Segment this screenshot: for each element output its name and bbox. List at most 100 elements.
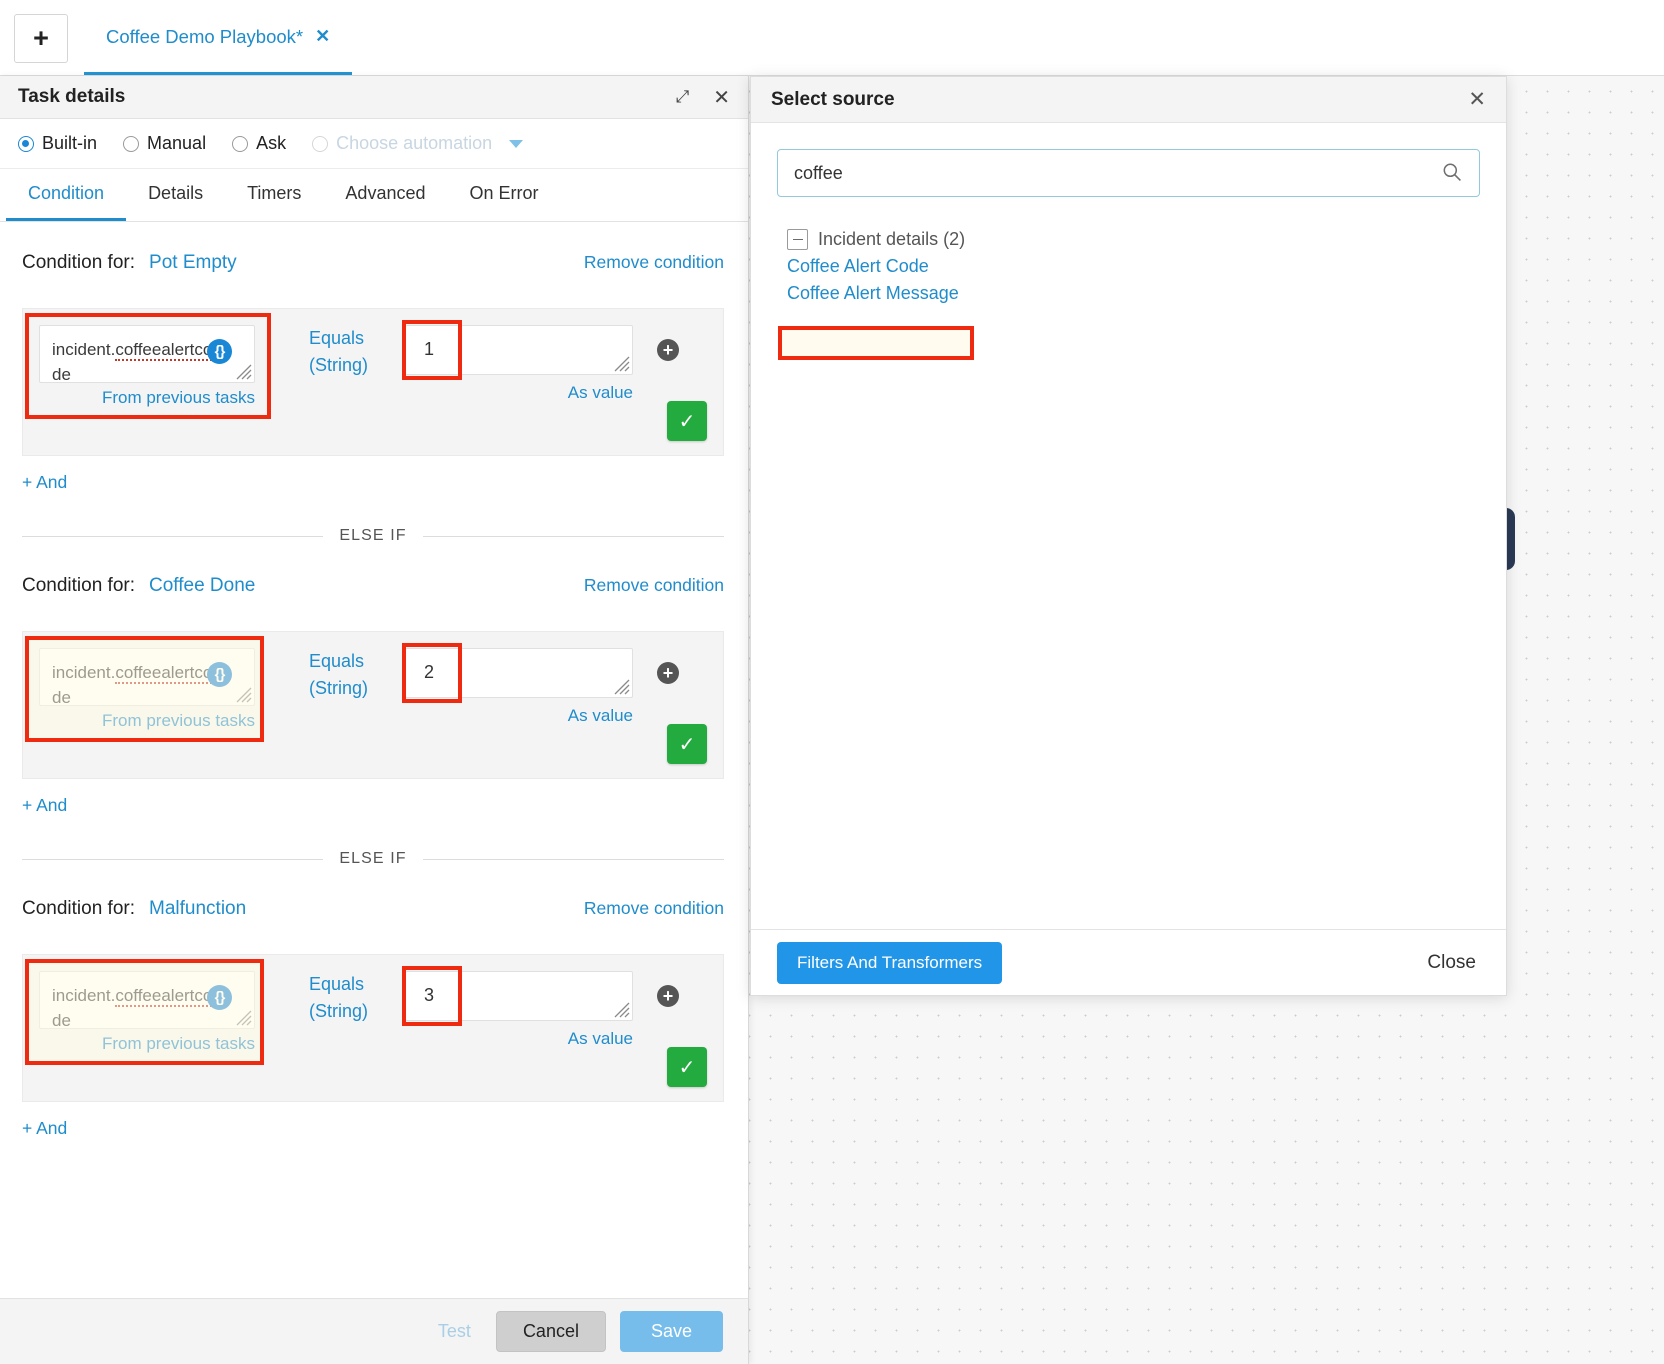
- select-source-dialog: Select source ✕ Incident details (2) Cof…: [750, 76, 1507, 996]
- apply-condition-button[interactable]: ✓: [667, 724, 707, 764]
- plus-icon: +: [33, 23, 49, 53]
- radio-label: Manual: [147, 133, 207, 153]
- expand-icon[interactable]: ⤢: [676, 87, 690, 107]
- brace-icon[interactable]: {}: [207, 985, 232, 1010]
- brace-icon[interactable]: {}: [207, 339, 232, 364]
- tab-label: On Error: [469, 183, 539, 203]
- operator-selector[interactable]: Equals (String): [309, 648, 401, 702]
- minus-box-icon[interactable]: [787, 229, 808, 250]
- source-field-group: incident.coffeealertcode {} From previou…: [25, 313, 275, 419]
- radio-indicator: [232, 135, 249, 152]
- save-button[interactable]: Save: [619, 1311, 723, 1352]
- as-value-link[interactable]: As value: [405, 706, 633, 726]
- value-text: 1: [424, 339, 435, 359]
- remove-condition-link[interactable]: Remove condition: [584, 575, 724, 596]
- condition-branch-name[interactable]: Pot Empty: [149, 252, 237, 274]
- search-input[interactable]: [777, 149, 1480, 197]
- tab-label: Details: [148, 183, 204, 203]
- resize-grip-icon[interactable]: [614, 1002, 630, 1018]
- value-input[interactable]: 1: [405, 325, 633, 375]
- operator-selector[interactable]: Equals (String): [309, 325, 401, 379]
- operator-type-label: (String): [309, 1001, 369, 1021]
- new-tab-button[interactable]: +: [14, 14, 68, 63]
- chevron-down-icon: [509, 139, 524, 148]
- tab-on-error[interactable]: On Error: [447, 169, 560, 221]
- else-if-divider: ELSE IF: [22, 850, 724, 868]
- add-and-link[interactable]: + And: [22, 795, 67, 816]
- cancel-button[interactable]: Cancel: [495, 1311, 606, 1352]
- condition-branch-name[interactable]: Coffee Done: [149, 575, 255, 597]
- close-button[interactable]: Close: [1423, 944, 1480, 982]
- tab-label: Coffee Demo Playbook*: [106, 25, 304, 47]
- source-expression-input[interactable]: incident.coffeealertcode {}: [39, 325, 255, 383]
- else-if-label: ELSE IF: [339, 527, 407, 544]
- source-expression-input[interactable]: incident.coffeealertcode {}: [39, 971, 255, 1029]
- operator-selector[interactable]: Equals (String): [309, 971, 401, 1025]
- resize-grip-icon[interactable]: [614, 356, 630, 372]
- apply-condition-button[interactable]: ✓: [667, 1047, 707, 1087]
- radio-option-built-in[interactable]: Built-in: [18, 133, 97, 154]
- add-condition-row-button[interactable]: +: [657, 662, 679, 684]
- close-icon[interactable]: ✕: [1468, 87, 1486, 112]
- add-and-link[interactable]: + And: [22, 1118, 67, 1139]
- add-condition-row-button[interactable]: +: [657, 985, 679, 1007]
- resize-grip-icon[interactable]: [236, 1010, 252, 1026]
- as-value-link[interactable]: As value: [405, 383, 633, 403]
- value-field-group: 2 As value: [402, 643, 635, 726]
- tab-timers[interactable]: Timers: [225, 169, 323, 221]
- remove-condition-link[interactable]: Remove condition: [584, 252, 724, 273]
- task-details-footer: Test Cancel Save: [0, 1298, 748, 1364]
- apply-condition-button[interactable]: ✓: [667, 401, 707, 441]
- add-and-link[interactable]: + And: [22, 472, 67, 493]
- condition-card: incident.coffeealertcode {} From previou…: [22, 954, 724, 1102]
- select-source-footer: Filters And Transformers Close: [751, 929, 1506, 995]
- remove-condition-link[interactable]: Remove condition: [584, 898, 724, 919]
- operator-label: Equals: [309, 328, 365, 348]
- filters-and-transformers-button[interactable]: Filters And Transformers: [777, 941, 1003, 984]
- tab-label: Timers: [247, 183, 302, 203]
- operator-type-label: (String): [309, 355, 369, 375]
- brace-icon[interactable]: {}: [207, 662, 232, 687]
- condition-for-label: Condition for:: [22, 252, 136, 273]
- condition-branch-name[interactable]: Malfunction: [149, 898, 246, 920]
- else-if-label: ELSE IF: [339, 850, 407, 867]
- group-label: Incident details (2): [818, 229, 966, 249]
- source-item-coffee-alert-message[interactable]: Coffee Alert Message: [751, 277, 959, 304]
- tab-advanced[interactable]: Advanced: [323, 169, 447, 221]
- source-group-incident-details[interactable]: Incident details (2): [751, 197, 1506, 250]
- operator-type-label: (String): [309, 678, 369, 698]
- from-previous-tasks-link[interactable]: From previous tasks: [39, 388, 255, 408]
- radio-indicator: [123, 135, 140, 152]
- value-input[interactable]: 2: [405, 648, 633, 698]
- panel-title: Task details: [18, 86, 126, 107]
- as-value-link[interactable]: As value: [405, 1029, 633, 1049]
- operator-label: Equals: [309, 974, 365, 994]
- resize-grip-icon[interactable]: [614, 679, 630, 695]
- source-expression-input[interactable]: incident.coffeealertcode {}: [39, 648, 255, 706]
- from-previous-tasks-link[interactable]: From previous tasks: [39, 711, 255, 731]
- resize-grip-icon[interactable]: [236, 364, 252, 380]
- tab-label: Advanced: [345, 183, 426, 203]
- value-text: 3: [424, 985, 435, 1005]
- from-previous-tasks-link[interactable]: From previous tasks: [39, 1034, 255, 1054]
- source-item-coffee-alert-code[interactable]: Coffee Alert Code: [751, 250, 929, 277]
- resize-grip-icon[interactable]: [236, 687, 252, 703]
- tab-label: Condition: [28, 183, 105, 203]
- radio-option-ask[interactable]: Ask: [232, 133, 286, 154]
- search-icon[interactable]: [1442, 162, 1462, 182]
- value-field-group: 1 As value: [402, 320, 635, 403]
- radio-label: Choose automation: [336, 133, 493, 153]
- search-container: [751, 123, 1506, 197]
- tab-coffee-demo-playbook[interactable]: Coffee Demo Playbook* ✕: [84, 1, 353, 75]
- conditions-scroll-area[interactable]: Condition for: Pot Empty Remove conditio…: [0, 222, 748, 1308]
- condition-header: Condition for: Malfunction Remove condit…: [0, 868, 748, 920]
- add-condition-row-button[interactable]: +: [657, 339, 679, 361]
- test-button[interactable]: Test: [427, 1312, 482, 1351]
- close-icon[interactable]: ✕: [315, 26, 330, 47]
- browser-tab-bar: + Coffee Demo Playbook* ✕: [0, 0, 1664, 76]
- tab-condition[interactable]: Condition: [6, 169, 127, 221]
- radio-option-manual[interactable]: Manual: [123, 133, 206, 154]
- close-icon[interactable]: ✕: [713, 85, 730, 110]
- value-input[interactable]: 3: [405, 971, 633, 1021]
- tab-details[interactable]: Details: [126, 169, 225, 221]
